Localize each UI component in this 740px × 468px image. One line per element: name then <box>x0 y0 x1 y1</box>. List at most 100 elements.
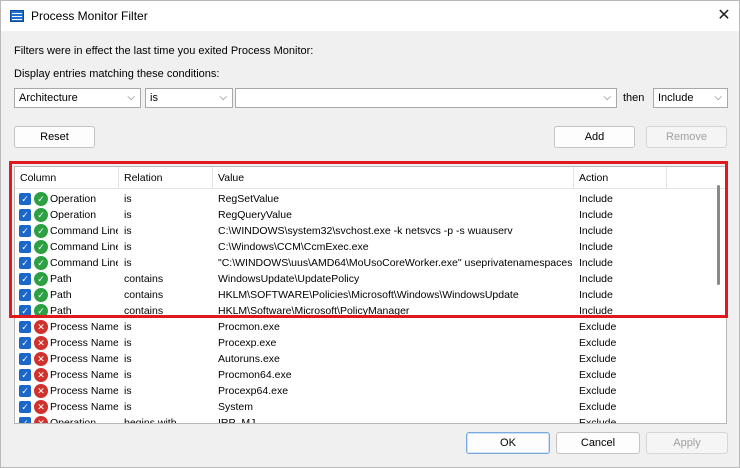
cell-column: Command Line <box>50 257 118 269</box>
list-item[interactable]: ✓ ✕ Process Name is Procexp64.exe Exclude <box>15 383 715 399</box>
list-item[interactable]: ✓ ✕ Process Name is Procmon64.exe Exclude <box>15 367 715 383</box>
exclude-status-icon: ✕ <box>34 384 48 398</box>
window-title: Process Monitor Filter <box>31 9 148 23</box>
list-item[interactable]: ✓ ✕ Process Name is Procexp.exe Exclude <box>15 335 715 351</box>
relation-select[interactable]: is ⌵ <box>145 88 233 108</box>
add-button[interactable]: Add <box>554 126 635 148</box>
cell-relation: contains <box>124 289 164 301</box>
checkbox-checked-icon[interactable]: ✓ <box>19 401 31 413</box>
apply-button[interactable]: Apply <box>646 432 728 454</box>
ok-button[interactable]: OK <box>466 432 550 454</box>
cell-value: Autoruns.exe <box>218 353 280 365</box>
checkbox-checked-icon[interactable]: ✓ <box>19 241 31 253</box>
include-status-icon: ✓ <box>34 192 48 206</box>
cell-value: HKLM\Software\Microsoft\PolicyManager <box>218 305 410 317</box>
cell-value: IRP_MJ_ <box>218 417 262 424</box>
checkbox-checked-icon[interactable]: ✓ <box>19 225 31 237</box>
cell-column: Operation <box>50 417 97 424</box>
header-action[interactable]: Action <box>574 167 667 189</box>
checkbox-checked-icon[interactable]: ✓ <box>19 385 31 397</box>
checkbox-checked-icon[interactable]: ✓ <box>19 273 31 285</box>
cell-value: "C:\WINDOWS\uus\AMD64\MoUsoCoreWorker.ex… <box>218 257 572 269</box>
cell-value: Procmon64.exe <box>218 369 292 381</box>
cell-relation: is <box>124 241 132 253</box>
cell-value: RegSetValue <box>218 193 280 205</box>
action-select-value: Include <box>658 92 694 104</box>
close-icon[interactable]: ✕ <box>709 4 739 28</box>
checkbox-checked-icon[interactable]: ✓ <box>19 417 31 423</box>
cell-relation: is <box>124 401 132 413</box>
cell-action: Exclude <box>579 321 617 333</box>
cell-relation: is <box>124 193 132 205</box>
value-combobox[interactable]: ⌵ <box>235 88 617 108</box>
cell-relation: is <box>124 209 132 221</box>
include-status-icon: ✓ <box>34 304 48 318</box>
include-status-icon: ✓ <box>34 224 48 238</box>
cell-action: Include <box>579 273 613 285</box>
chevron-down-icon: ⌵ <box>603 92 611 103</box>
list-item[interactable]: ✓ ✓ Path contains HKLM\Software\Microsoft\Po… <box>15 303 715 319</box>
checkbox-checked-icon[interactable]: ✓ <box>19 369 31 381</box>
list-item[interactable]: ✓ ✕ Process Name is Autoruns.exe Exclude <box>15 351 715 367</box>
exclude-status-icon: ✕ <box>34 416 48 423</box>
reset-button[interactable]: Reset <box>14 126 95 148</box>
cancel-button[interactable]: Cancel <box>556 432 640 454</box>
checkbox-checked-icon[interactable]: ✓ <box>19 353 31 365</box>
checkbox-checked-icon[interactable]: ✓ <box>19 209 31 221</box>
cell-relation: contains <box>124 305 164 317</box>
then-label: then <box>623 92 645 104</box>
checkbox-checked-icon[interactable]: ✓ <box>19 321 31 333</box>
action-select[interactable]: Include ⌵ <box>653 88 728 108</box>
checkbox-checked-icon[interactable]: ✓ <box>19 337 31 349</box>
header-relation[interactable]: Relation <box>119 167 213 189</box>
cell-value: C:\WINDOWS\system32\svchost.exe -k netsv… <box>218 225 513 237</box>
list-item[interactable]: ✓ ✓ Path contains WindowsUpdate\UpdatePolicy… <box>15 271 715 287</box>
cell-action: Include <box>579 209 613 221</box>
cell-value: C:\Windows\CCM\CcmExec.exe <box>218 241 369 253</box>
checkbox-checked-icon[interactable]: ✓ <box>19 289 31 301</box>
cell-column: Path <box>50 273 72 285</box>
cell-column: Operation <box>50 193 97 205</box>
cell-value: WindowsUpdate\UpdatePolicy <box>218 273 360 285</box>
list-item[interactable]: ✓ ✓ Path contains HKLM\SOFTWARE\Policies\Mic… <box>15 287 715 303</box>
cell-relation: is <box>124 369 132 381</box>
header-value[interactable]: Value <box>213 167 574 189</box>
process-monitor-filter-dialog: Process Monitor Filter ✕ Filters were in… <box>0 0 740 468</box>
cell-relation: contains <box>124 273 164 285</box>
scrollbar-thumb[interactable] <box>717 185 720 285</box>
cell-column: Path <box>50 305 72 317</box>
cell-relation: is <box>124 337 132 349</box>
exclude-status-icon: ✕ <box>34 400 48 414</box>
cell-relation: is <box>124 353 132 365</box>
chevron-down-icon: ⌵ <box>219 92 227 103</box>
list-item[interactable]: ✓ ✓ Command Line is "C:\WINDOWS\uus\AMD64\Mo… <box>15 255 715 271</box>
cell-column: Command Line <box>50 241 118 253</box>
filter-list[interactable]: Column Relation Value Action ✓ ✓ Operation… <box>14 166 727 424</box>
cell-value: Procexp64.exe <box>218 385 289 397</box>
header-column[interactable]: Column <box>15 167 119 189</box>
cell-action: Include <box>579 305 613 317</box>
include-status-icon: ✓ <box>34 208 48 222</box>
checkbox-checked-icon[interactable]: ✓ <box>19 305 31 317</box>
conditions-label: Display entries matching these condition… <box>14 68 220 80</box>
checkbox-checked-icon[interactable]: ✓ <box>19 257 31 269</box>
title-bar: Process Monitor Filter ✕ <box>1 1 739 31</box>
remove-button[interactable]: Remove <box>646 126 727 148</box>
cell-value: RegQueryValue <box>218 209 292 221</box>
cell-column: Operation <box>50 209 97 221</box>
process-monitor-app-icon <box>10 10 24 22</box>
list-item[interactable]: ✓ ✕ Process Name is System Exclude <box>15 399 715 415</box>
list-item[interactable]: ✓ ✓ Operation is RegQueryValue Include <box>15 207 715 223</box>
list-item[interactable]: ✓ ✓ Operation is RegSetValue Include <box>15 191 715 207</box>
list-item[interactable]: ✓ ✕ Operation begins with IRP_MJ_ Exclude <box>15 415 715 424</box>
column-select[interactable]: Architecture ⌵ <box>14 88 141 108</box>
include-status-icon: ✓ <box>34 240 48 254</box>
chevron-down-icon: ⌵ <box>127 92 135 103</box>
checkbox-checked-icon[interactable]: ✓ <box>19 193 31 205</box>
cell-action: Include <box>579 241 613 253</box>
cell-column: Process Name <box>50 321 118 333</box>
cell-column: Command Line <box>50 225 118 237</box>
list-item[interactable]: ✓ ✕ Process Name is Procmon.exe Exclude <box>15 319 715 335</box>
list-item[interactable]: ✓ ✓ Command Line is C:\WINDOWS\system32\svch… <box>15 223 715 239</box>
list-item[interactable]: ✓ ✓ Command Line is C:\Windows\CCM\CcmExec.e… <box>15 239 715 255</box>
